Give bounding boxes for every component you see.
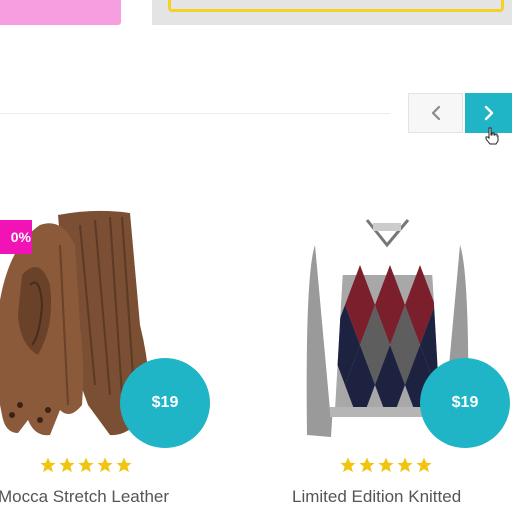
carousel-prev-button[interactable] — [408, 93, 463, 133]
price-badge: $19 — [420, 358, 510, 448]
star-icon — [59, 457, 75, 473]
product-name[interactable]: Limited Edition Knitted — [292, 487, 461, 509]
star-icon — [340, 457, 356, 473]
hand-cursor-icon — [485, 127, 499, 145]
star-icon — [416, 457, 432, 473]
chevron-left-icon — [431, 105, 440, 121]
star-icon — [378, 457, 394, 473]
price-badge: $19 — [120, 358, 210, 448]
rating-stars — [39, 456, 133, 476]
star-icon — [78, 457, 94, 473]
chevron-right-icon — [484, 105, 493, 121]
promo-banner-pink[interactable] — [0, 0, 121, 25]
star-icon — [359, 457, 375, 473]
promo-banner-gray-frame — [168, 0, 504, 12]
star-icon — [40, 457, 56, 473]
section-divider — [0, 113, 390, 114]
star-icon — [397, 457, 413, 473]
promo-banner-gray[interactable] — [152, 0, 512, 25]
product-name[interactable]: Mocca Stretch Leather — [0, 487, 169, 509]
rating-stars — [339, 456, 433, 476]
star-icon — [97, 457, 113, 473]
sale-badge: 0% — [0, 220, 32, 254]
star-icon — [116, 457, 132, 473]
